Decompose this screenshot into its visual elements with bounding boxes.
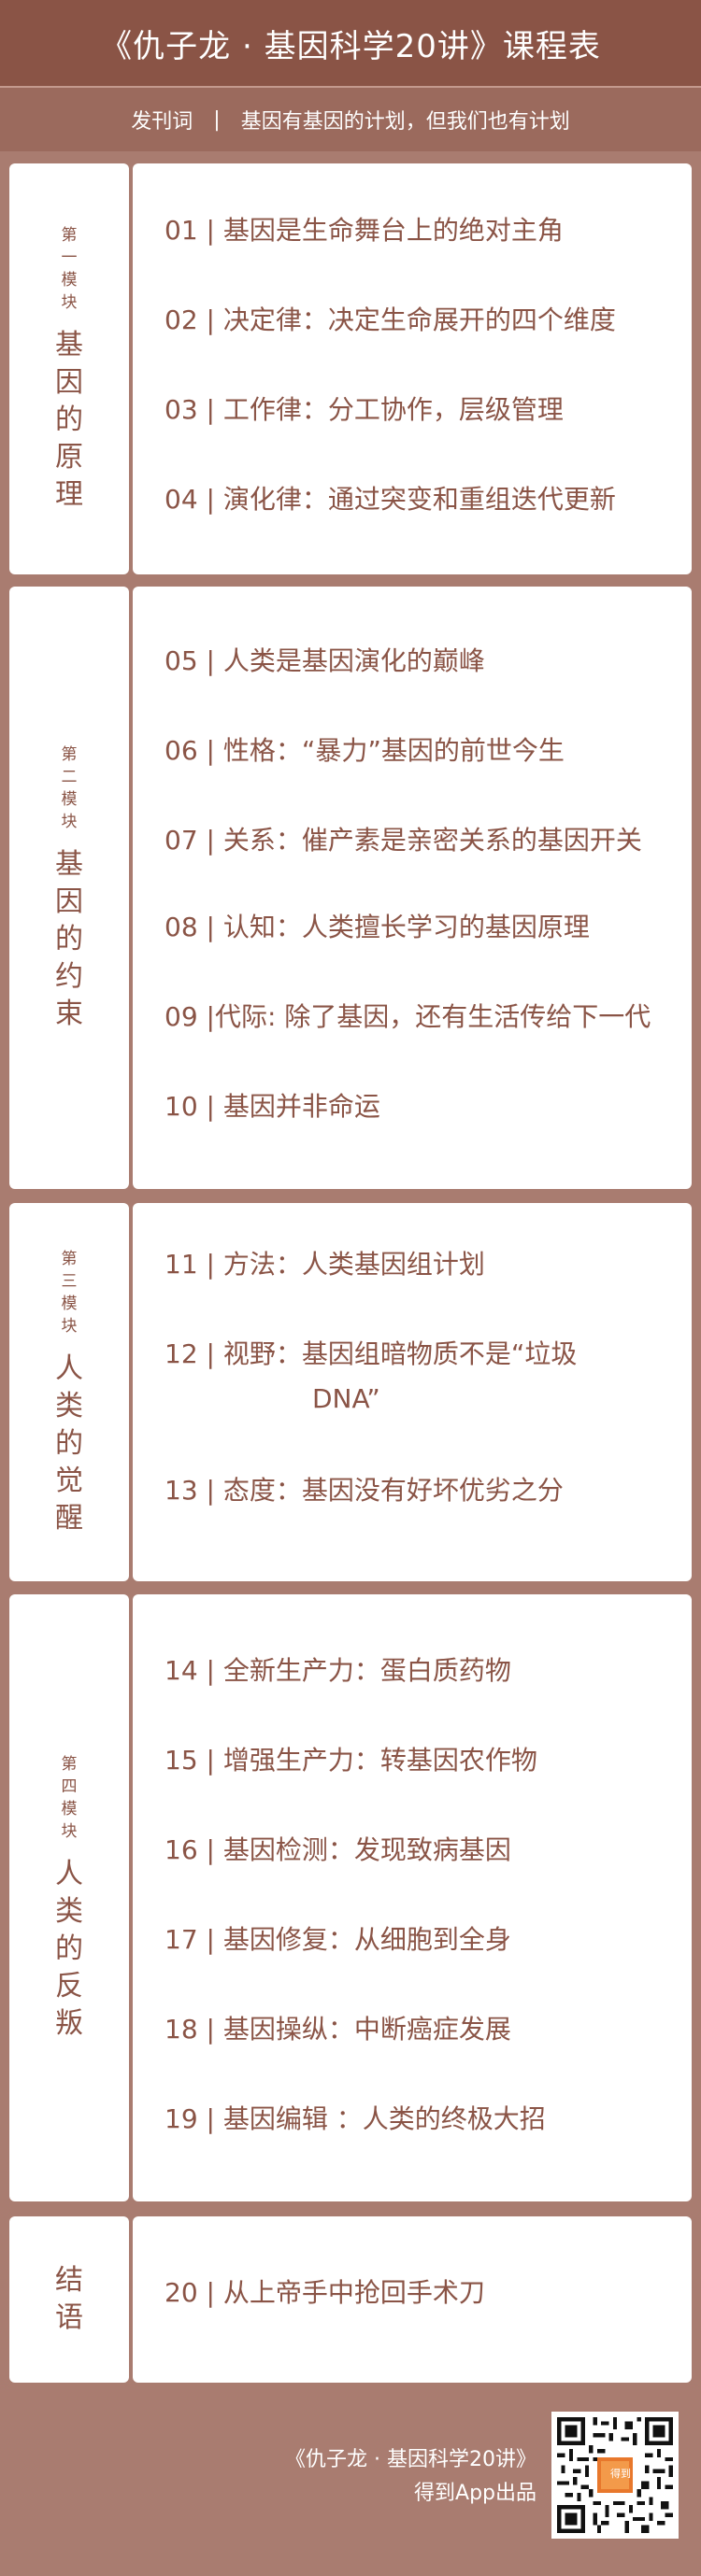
preface-separator: | [213, 107, 221, 132]
module-label-char: 块 [61, 812, 78, 831]
lesson-item[interactable]: 02 | 决定律：决定生命展开的四个维度 [165, 302, 684, 339]
module-label-char: 四 [61, 1777, 78, 1796]
module-epilogue: 结 语 20 | 从上帝手中抢回手术刀 [9, 2216, 692, 2383]
lesson-item[interactable]: 08 | 认知：人类擅长学习的基因原理 [165, 909, 684, 946]
preface-title: 基因有基因的计划，但我们也有计划 [240, 110, 570, 134]
module-2-list: 05 | 人类是基因演化的巅峰 06 | 性格：“暴力”基因的前世今生 07 |… [133, 587, 692, 1189]
module-title-char: 人 [55, 1352, 83, 1385]
module-1-list: 01 | 基因是生命舞台上的绝对主角 02 | 决定律：决定生命展开的四个维度 … [133, 163, 692, 574]
page-title: 《仇子龙 · 基因科学20讲》课程表 [100, 27, 601, 65]
epilogue-list: 20 | 从上帝手中抢回手术刀 [133, 2216, 692, 2383]
lesson-item[interactable]: 06 | 性格：“暴力”基因的前世今生 [165, 732, 684, 770]
module-label-char: 模 [61, 1800, 78, 1819]
lesson-item[interactable]: 03 | 工作律：分工协作，层级管理 [165, 391, 684, 429]
module-4-title: 人 类 的 反 叛 [55, 1856, 83, 2043]
qr-badge-text: 得到 [610, 2468, 631, 2480]
module-title-char: 反 [55, 1970, 83, 2003]
module-label-char: 第 [61, 744, 78, 764]
module-title-char: 结 [55, 2264, 83, 2297]
module-title-char: 因 [55, 366, 83, 399]
module-title-char: 因 [55, 885, 83, 918]
module-label-char: 模 [61, 271, 78, 290]
module-4: 第 四 模 块 人 类 的 反 叛 14 | 全新生产力：蛋白质药物 15 | … [9, 1594, 692, 2201]
module-title-char: 醒 [55, 1501, 83, 1535]
module-label-char: 二 [61, 767, 78, 786]
module-3-title: 人 类 的 觉 醒 [55, 1351, 83, 1537]
module-2: 第 二 模 块 基 因 的 约 束 05 | 人类是基因演化的巅峰 06 | 性… [9, 587, 692, 1189]
footer-course-title: 《仇子龙 · 基因科学20讲》 [285, 2448, 536, 2471]
preface-bar[interactable]: 发刊词 | 基因有基因的计划，但我们也有计划 [0, 88, 701, 151]
lesson-item-continued: DNA” [312, 1383, 380, 1414]
module-title-char: 的 [55, 403, 83, 436]
module-title-char: 类 [55, 1389, 83, 1422]
module-title-char: 基 [55, 329, 83, 361]
module-label-char: 块 [61, 1822, 78, 1841]
lesson-item[interactable]: 18 | 基因操纵：中断癌症发展 [165, 2011, 684, 2048]
module-label-char: 三 [61, 1271, 78, 1291]
module-4-label: 第 四 模 块 人 类 的 反 叛 [9, 1594, 129, 2201]
lesson-item[interactable]: 16 | 基因检测：发现致病基因 [165, 1832, 684, 1869]
module-title-char: 觉 [55, 1464, 83, 1497]
module-1-title: 基 因 的 原 理 [55, 327, 83, 514]
module-title-char: 人 [55, 1858, 83, 1890]
lesson-item[interactable]: 15 | 增强生产力：转基因农作物 [165, 1742, 684, 1779]
module-title-char: 理 [55, 478, 83, 511]
module-title-char: 类 [55, 1895, 83, 1928]
module-2-title: 基 因 的 约 束 [55, 846, 83, 1033]
module-label-char: 块 [61, 293, 78, 312]
module-label-char: 一 [61, 248, 78, 267]
module-label-char: 第 [61, 226, 78, 245]
lesson-item[interactable]: 09 |代际: 除了基因，还有生活传给下一代 [165, 998, 684, 1036]
module-label-char: 模 [61, 1294, 78, 1313]
lesson-item[interactable]: 01 | 基因是生命舞台上的绝对主角 [165, 212, 684, 249]
module-4-number: 第 四 模 块 [62, 1753, 78, 1843]
module-1-label: 第 一 模 块 基 因 的 原 理 [9, 163, 129, 574]
module-3-list: 11 | 方法：人类基因组计划 12 | 视野：基因组暗物质不是“垃圾 DNA”… [133, 1203, 692, 1581]
module-label-char: 块 [61, 1316, 78, 1336]
module-title-char: 叛 [55, 2007, 83, 2040]
epilogue-title: 结 语 [55, 2262, 83, 2337]
footer-brand: 《仇子龙 · 基因科学20讲》 得到App出品 [285, 2443, 536, 2511]
lesson-item[interactable]: 05 | 人类是基因演化的巅峰 [165, 643, 684, 680]
lesson-item[interactable]: 11 | 方法：人类基因组计划 [165, 1246, 684, 1283]
module-3: 第 三 模 块 人 类 的 觉 醒 11 | 方法：人类基因组计划 12 | 视… [9, 1203, 692, 1581]
module-title-char: 束 [55, 997, 83, 1030]
module-4-list: 14 | 全新生产力：蛋白质药物 15 | 增强生产力：转基因农作物 16 | … [133, 1594, 692, 2201]
lesson-item[interactable]: 14 | 全新生产力：蛋白质药物 [165, 1652, 684, 1690]
lesson-item[interactable]: 10 | 基因并非命运 [165, 1088, 684, 1125]
lesson-item[interactable]: 12 | 视野：基因组暗物质不是“垃圾 [165, 1336, 684, 1373]
module-title-char: 的 [55, 1932, 83, 1965]
lesson-item[interactable]: 13 | 态度：基因没有好坏优劣之分 [165, 1472, 684, 1509]
module-title-char: 语 [55, 2301, 83, 2334]
lesson-item[interactable]: 04 | 演化律：通过突变和重组迭代更新 [165, 481, 684, 518]
qr-code[interactable]: 得到 [551, 2412, 679, 2539]
module-label-char: 模 [61, 789, 78, 809]
module-2-label: 第 二 模 块 基 因 的 约 束 [9, 587, 129, 1189]
header-bar: 《仇子龙 · 基因科学20讲》课程表 [0, 0, 701, 86]
module-3-label: 第 三 模 块 人 类 的 觉 醒 [9, 1203, 129, 1581]
footer-publisher: 得到App出品 [414, 2482, 536, 2505]
module-title-char: 原 [55, 441, 83, 474]
module-title-char: 的 [55, 922, 83, 955]
lesson-item[interactable]: 17 | 基因修复：从细胞到全身 [165, 1921, 684, 1959]
module-title-char: 的 [55, 1426, 83, 1460]
module-label-char: 第 [61, 1249, 78, 1268]
lesson-item[interactable]: 19 | 基因编辑 ：人类的终极大招 [165, 2101, 684, 2138]
module-2-number: 第 二 模 块 [62, 743, 78, 833]
module-label-char: 第 [61, 1755, 78, 1774]
lesson-item[interactable]: 20 | 从上帝手中抢回手术刀 [165, 2274, 684, 2312]
module-3-number: 第 三 模 块 [62, 1248, 78, 1338]
module-title-char: 约 [55, 959, 83, 993]
lesson-item[interactable]: 07 | 关系：催产素是亲密关系的基因开关 [165, 822, 684, 859]
module-1-number: 第 一 模 块 [62, 224, 78, 314]
module-1: 第 一 模 块 基 因 的 原 理 01 | 基因是生命舞台上的绝对主角 02 … [9, 163, 692, 574]
epilogue-label: 结 语 [9, 2216, 129, 2383]
preface-label: 发刊词 [131, 110, 193, 134]
module-title-char: 基 [55, 847, 83, 881]
